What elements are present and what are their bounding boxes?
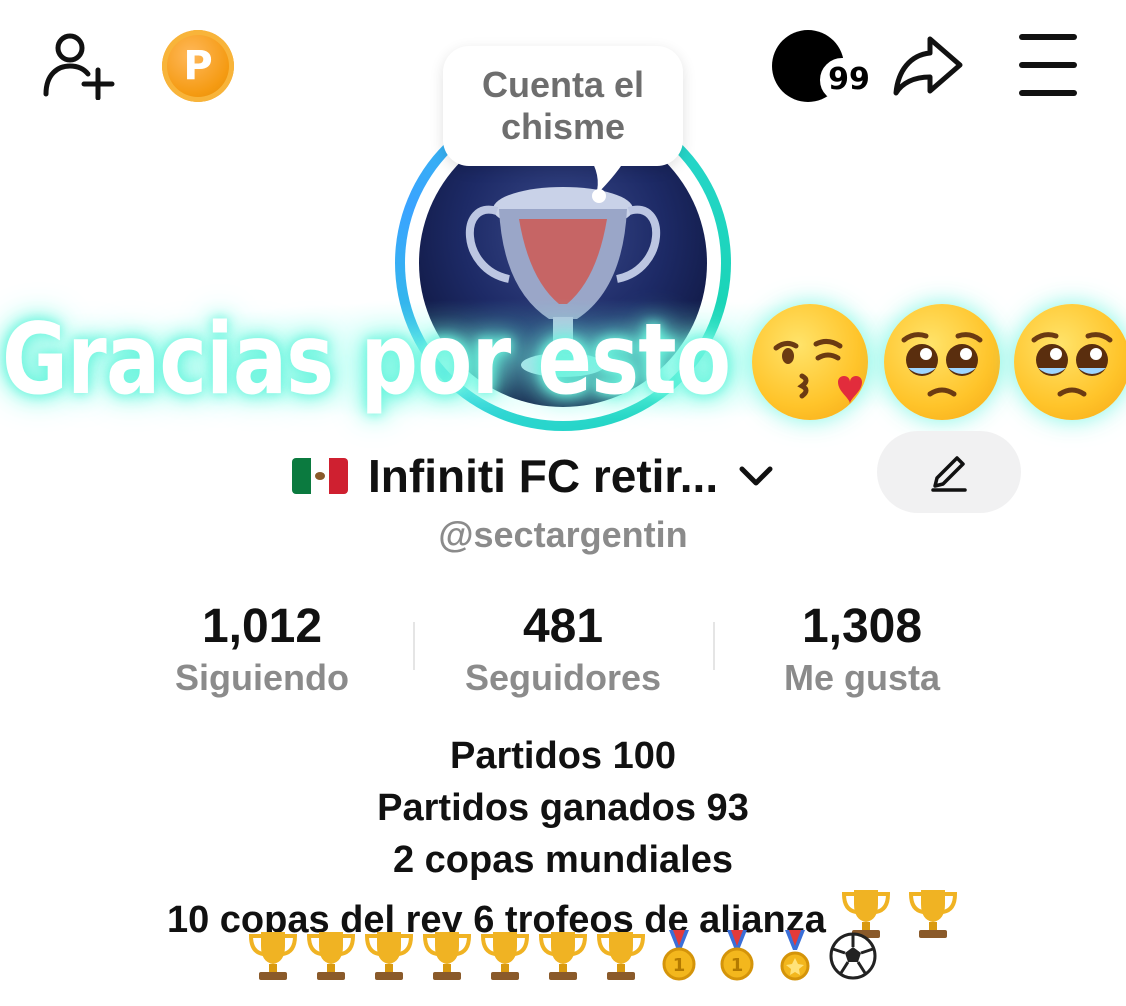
pleading-face-emoji xyxy=(1014,304,1126,420)
svg-text:1: 1 xyxy=(731,955,744,976)
bio-line: Partidos 100 xyxy=(450,735,676,777)
stat-followers[interactable]: 481 Seguidores xyxy=(433,598,693,700)
menu-icon xyxy=(1019,34,1077,40)
chevron-down-icon[interactable] xyxy=(736,456,776,496)
trophy-icon xyxy=(480,932,530,980)
username-handle: @sectargentin xyxy=(438,514,688,555)
gold-medal-icon: 1 xyxy=(720,930,754,981)
trophy-icon xyxy=(596,932,646,980)
bio-line: Partidos ganados 93 xyxy=(377,787,749,829)
stat-divider xyxy=(713,622,715,670)
status-bubble[interactable]: Cuenta el chisme xyxy=(443,46,683,166)
sports-medal-icon xyxy=(780,930,810,981)
notification-badge: 99 xyxy=(820,58,878,102)
edit-profile-button[interactable] xyxy=(877,431,1021,513)
profile-name-row[interactable]: Infiniti FC retir... xyxy=(292,448,776,504)
pencil-icon xyxy=(931,456,967,492)
bio-line: 2 copas mundiales xyxy=(392,839,733,881)
notifications-button[interactable]: 99 xyxy=(770,30,878,105)
trophy-icon xyxy=(364,932,414,980)
overlay-sticker-text: Gracias por esto xyxy=(2,303,731,417)
share-button[interactable] xyxy=(888,28,968,103)
stat-following[interactable]: 1,012 Siguiendo xyxy=(132,598,392,700)
add-friend-button[interactable] xyxy=(38,30,118,100)
stat-likes[interactable]: 1,308 Me gusta xyxy=(732,598,992,700)
trophy-icon xyxy=(538,932,588,980)
share-icon xyxy=(893,36,963,95)
soccer-ball-icon xyxy=(829,932,877,980)
display-name: Infiniti FC retir... xyxy=(368,450,719,502)
pleading-face-emoji xyxy=(884,304,1000,420)
profile-bio: Partidos 100 Partidos ganados 93 2 copas… xyxy=(0,730,1126,946)
bio-emoji-row: 1 1 xyxy=(0,928,1126,982)
trophy-icon xyxy=(422,932,472,980)
menu-button[interactable] xyxy=(1012,34,1084,96)
coins-button[interactable]: P xyxy=(162,30,234,102)
trophy-icon xyxy=(248,932,298,980)
svg-text:1: 1 xyxy=(673,955,686,976)
gold-medal-icon: 1 xyxy=(662,930,696,981)
trophy-icon xyxy=(306,932,356,980)
bubble-dot xyxy=(592,189,606,203)
add-user-icon xyxy=(43,33,115,100)
stat-divider xyxy=(413,622,415,670)
mexico-flag-icon xyxy=(292,458,348,494)
coin-icon: P xyxy=(183,43,213,89)
kissing-face-emoji xyxy=(752,304,868,420)
